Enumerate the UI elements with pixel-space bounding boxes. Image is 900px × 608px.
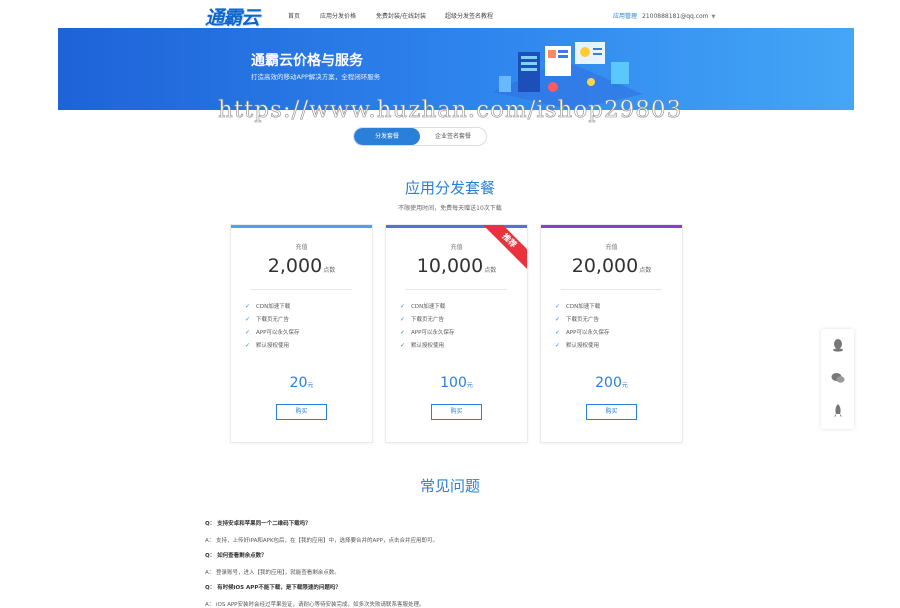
nav-tutorial[interactable]: 超级分发签名教程 [445,11,493,20]
chevron-down-icon[interactable]: ▼ [712,14,716,20]
faq-answer: A： 支持，上传好IPA和APK包后，在【我的应用】中，选择要合并的APP，点击… [205,538,438,544]
feature-item: ✓ 下载页无广告 [245,316,290,323]
feature-item: ✓ APP可以永久保存 [245,329,300,336]
plan-amount-unit: 点数 [639,267,652,274]
user-menu[interactable]: 应用管理 2100888181@qq.com ▼ [613,11,715,20]
plan-amount: 10,000 [416,255,484,277]
plan-card-10000: 推荐 充值 10,000点数 ✓ CDN加速下载 ✓ 下载页无广告 ✓ APP可以永久… [385,224,528,443]
feature-item: ✓ 默认授权使用 [555,342,600,349]
card-accent-bar [231,225,372,228]
divider [251,289,352,290]
banner-title: 通霸云价格与服务 [251,53,363,69]
feature-item: ✓ 默认授权使用 [400,342,445,349]
feature-item: ✓ 下载页无广告 [555,316,600,323]
wechat-icon[interactable] [821,362,854,395]
section-subtitle: 不限使用时间，免费每天赠送10次下载 [398,205,502,212]
faq-question: Q： 有时候iOS APP不能下载，是下载限速的问题吗？ [205,585,341,591]
plan-price: 200元 [595,375,628,391]
buy-button[interactable]: 购买 [431,404,482,420]
feature-item: ✓ 默认授权使用 [245,342,290,349]
tab-enterprise-signing[interactable]: 企业签名套餐 [420,128,486,145]
check-icon: ✓ [400,316,406,323]
feature-item: ✓ 下载页无广告 [400,316,445,323]
check-icon: ✓ [555,329,561,336]
faq-answer: A： iOS APP安装时会经过苹果验证，请耐心等待安装完成，如多次失败请联系客… [205,602,425,608]
plan-caption: 充值 [295,244,308,251]
faq-item: Q： 支持安卓和苹果同一个二维码下载吗？ A： 支持，上传好IPA和APK包后，… [205,519,438,544]
feature-item: ✓ CDN加速下载 [555,303,601,310]
check-icon: ✓ [400,329,406,336]
faq-answer: A： 登录账号，进入【我的应用】，就能查看剩余点数。 [205,570,340,576]
feature-list: ✓ CDN加速下载 ✓ 下载页无广告 ✓ APP可以永久保存 ✓ 默认授权使用 [245,300,372,352]
plan-amount-unit: 点数 [484,267,497,274]
faq-question: Q： 如何查看剩余点数？ [205,553,267,559]
feature-list: ✓ CDN加速下载 ✓ 下载页无广告 ✓ APP可以永久保存 ✓ 默认授权使用 [555,300,682,352]
feature-list: ✓ CDN加速下载 ✓ 下载页无广告 ✓ APP可以永久保存 ✓ 默认授权使用 [400,300,527,352]
card-accent-bar [541,225,682,228]
feature-item: ✓ CDN加速下载 [400,303,446,310]
nav-pricing[interactable]: 应用分发价格 [320,11,356,20]
package-tabs: 分发套餐 企业签名套餐 [353,127,487,146]
nav-home[interactable]: 首页 [288,11,300,20]
check-icon: ✓ [555,316,561,323]
floating-contact-bar [821,329,854,429]
check-icon: ✓ [555,342,561,349]
feature-item: ✓ APP可以永久保存 [400,329,455,336]
faq-title: 常见问题 [419,477,480,495]
plan-card-2000: 充值 2,000点数 ✓ CDN加速下载 ✓ 下载页无广告 ✓ APP可以永久保存 ✓… [230,224,373,443]
buy-button[interactable]: 购买 [276,404,327,420]
nav-wrap[interactable]: 免费封装/在线封装 [376,11,426,20]
buy-button[interactable]: 购买 [586,404,637,420]
faq-item: Q： 有时候iOS APP不能下载，是下载限速的问题吗？ A： iOS APP安… [205,583,425,608]
qq-icon[interactable] [821,329,854,362]
tab-distribution[interactable]: 分发套餐 [354,128,420,145]
site-logo[interactable]: 通霸云 [205,3,260,30]
check-icon: ✓ [400,303,406,310]
faq-question: Q： 支持安卓和苹果同一个二维码下载吗？ [205,521,311,527]
check-icon: ✓ [245,316,251,323]
watermark-text: https://www.huzhan.com/ishop29803 [218,97,683,124]
divider [406,289,507,290]
check-icon: ✓ [245,342,251,349]
check-icon: ✓ [400,342,406,349]
plan-price: 100元 [440,375,473,391]
plan-amount-unit: 点数 [323,267,336,274]
user-email[interactable]: 2100888181@qq.com [642,13,709,20]
section-title: 应用分发套餐 [404,179,495,197]
faq-item: Q： 如何查看剩余点数？ A： 登录账号，进入【我的应用】，就能查看剩余点数。 [205,551,340,576]
top-navbar: 通霸云 首页 应用分发价格 免费封装/在线封装 超级分发签名教程 应用管理 210… [0,0,900,30]
plan-amount: 20,000 [571,255,639,277]
plan-price: 20元 [289,375,314,391]
check-icon: ✓ [245,303,251,310]
rocket-icon[interactable] [821,395,854,428]
plan-card-20000: 充值 20,000点数 ✓ CDN加速下载 ✓ 下载页无广告 ✓ APP可以永久保存 … [540,224,683,443]
user-center-link[interactable]: 应用管理 [613,13,637,20]
banner-subtitle: 打造高效的移动APP解决方案，全程闭环服务 [251,73,381,81]
feature-item: ✓ CDN加速下载 [245,303,291,310]
check-icon: ✓ [555,303,561,310]
check-icon: ✓ [245,329,251,336]
feature-item: ✓ APP可以永久保存 [555,329,610,336]
plan-amount: 2,000 [267,255,323,277]
plan-caption: 充值 [605,244,618,251]
divider [561,289,662,290]
